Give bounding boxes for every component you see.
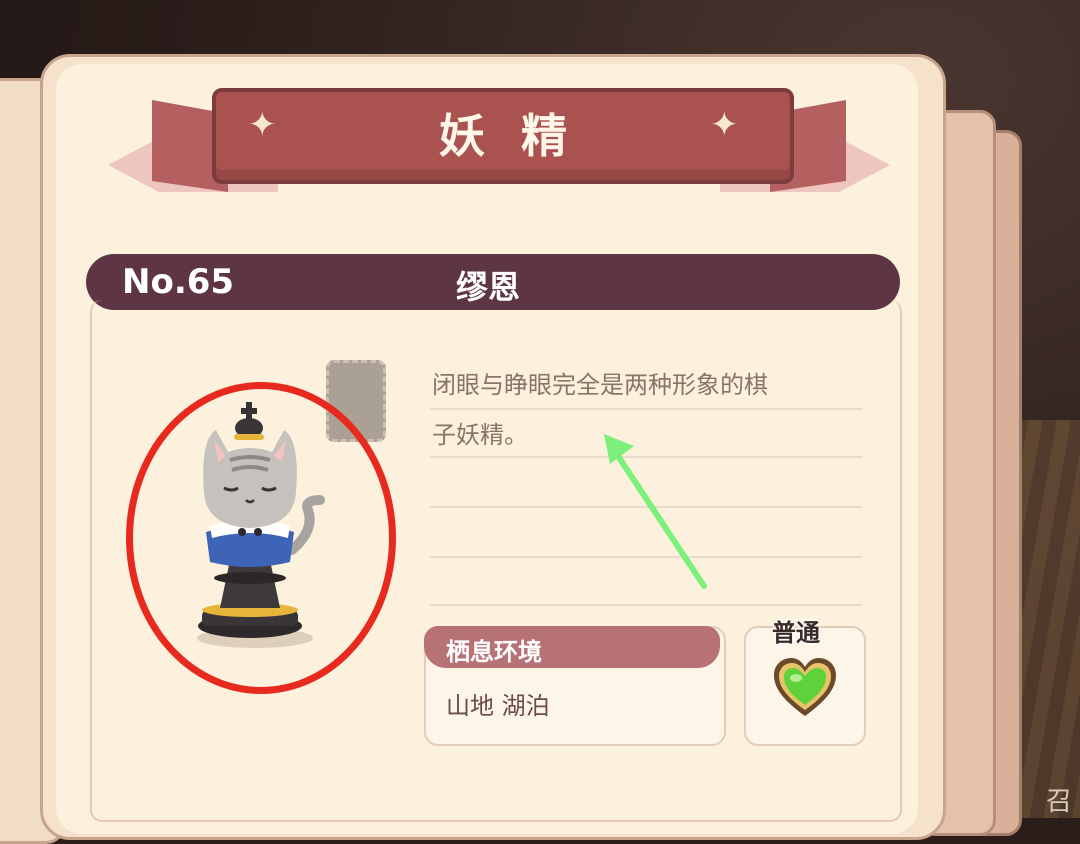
annotation-arrow-icon <box>604 434 707 589</box>
page-title: 妖精 <box>439 109 603 163</box>
ruled-line <box>430 604 862 606</box>
habitat-value: 山地 湖泊 <box>446 692 550 720</box>
rarity-label: 普通 <box>772 619 820 647</box>
habitat-label: 栖息环境 <box>446 638 542 666</box>
corner-label: 召 <box>1045 787 1072 817</box>
ruled-line <box>430 408 862 410</box>
entry-number: No.65 <box>122 262 235 302</box>
highlight-circle <box>126 382 396 694</box>
green-heart-icon <box>774 658 836 716</box>
description-line-1: 闭眼与睁眼完全是两种形象的棋 <box>432 371 768 399</box>
